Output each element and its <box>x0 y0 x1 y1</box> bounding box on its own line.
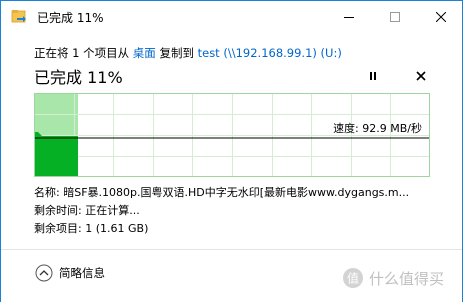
cancel-icon <box>416 71 426 81</box>
svg-text:什么值得买: 什么值得买 <box>369 270 444 288</box>
close-icon <box>435 12 446 22</box>
time-remaining-label: 剩余时间: <box>34 204 82 217</box>
name-label: 名称: <box>34 186 60 199</box>
destination-link[interactable]: test (\\192.168.99.1) (U:) <box>198 46 342 60</box>
copy-app-icon <box>11 10 26 23</box>
window-title: 已完成 11% <box>37 11 104 25</box>
speed-area <box>34 132 78 177</box>
copy-prefix: 正在将 1 个项目从 <box>34 46 130 60</box>
title-bar[interactable]: 已完成 11% <box>1 1 462 33</box>
time-remaining-row: 剩余时间: 正在计算... <box>34 202 444 220</box>
close-button[interactable] <box>418 1 463 33</box>
cancel-button[interactable] <box>411 67 431 85</box>
items-remaining-value: 1 (1.61 GB) <box>85 222 149 235</box>
pause-icon <box>370 72 376 80</box>
svg-text:值: 值 <box>347 271 359 286</box>
maximize-button[interactable] <box>372 1 418 33</box>
items-remaining-row: 剩余项目: 1 (1.61 GB) <box>34 220 444 238</box>
transfer-speed-graph: 速度: 92.9 MB/秒 <box>34 93 430 177</box>
chevron-up-icon <box>35 264 53 282</box>
watermark-logo: 值 什么值得买 <box>343 268 444 288</box>
copy-description: 正在将 1 个项目从 桌面 复制到 test (\\192.168.99.1) … <box>34 45 342 61</box>
maximize-icon <box>390 12 400 22</box>
fewer-details-toggle[interactable]: 简略信息 <box>35 264 105 282</box>
speed-label: 速度: 92.9 MB/秒 <box>333 122 422 135</box>
fewer-details-label: 简略信息 <box>59 266 105 280</box>
name-row: 名称: 暗SF暴.1080p.国粤双语.HD中字无水印[最新电影www.dyga… <box>34 184 444 202</box>
pause-button[interactable] <box>363 67 383 85</box>
copy-progress-dialog: 已完成 11% 正在将 1 个项目从 桌面 复制到 test (\\192.16… <box>0 0 463 304</box>
minimize-icon <box>344 17 354 18</box>
time-remaining-value: 正在计算... <box>85 204 140 217</box>
source-link[interactable]: 桌面 <box>133 46 156 60</box>
progress-label: 已完成 11% <box>34 68 123 87</box>
minimize-button[interactable] <box>326 1 372 33</box>
transfer-details: 名称: 暗SF暴.1080p.国粤双语.HD中字无水印[最新电影www.dyga… <box>34 184 444 238</box>
items-remaining-label: 剩余项目: <box>34 222 82 235</box>
name-value: 暗SF暴.1080p.国粤双语.HD中字无水印[最新电影www.dygangs.… <box>63 186 410 199</box>
copy-middle: 复制到 <box>159 46 194 60</box>
